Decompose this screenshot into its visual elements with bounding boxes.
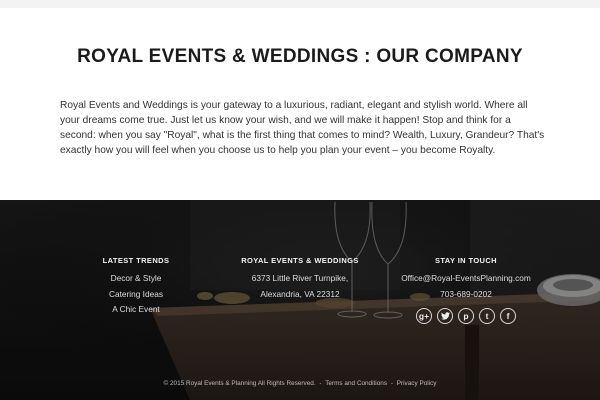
copyright-bar: © 2015 Royal Events & Planning All Right… [0, 380, 600, 387]
email-link[interactable]: Office@Royal-EventsPlanning.com [392, 271, 540, 287]
latest-trends-heading: LATEST TRENDS [102, 256, 170, 265]
phone-link[interactable]: 703-689-0202 [392, 287, 540, 303]
twitter-button[interactable] [437, 308, 453, 324]
pinterest-button[interactable]: p [458, 308, 474, 324]
company-heading: ROYAL EVENTS & WEDDINGS [241, 256, 359, 265]
footer-latest-trends: LATEST TRENDS Decor & Style Catering Ide… [86, 256, 186, 318]
footer-contact: ROYAL EVENTS & WEDDINGS 6373 Little Rive… [230, 256, 370, 302]
twitter-icon [440, 312, 450, 320]
copyright-text: © 2015 Royal Events & Planning All Right… [163, 380, 316, 387]
trend-link-catering[interactable]: Catering Ideas [86, 287, 186, 303]
top-strip [0, 0, 600, 8]
footer: LATEST TRENDS Decor & Style Catering Ide… [0, 200, 600, 400]
separator: - [319, 380, 322, 387]
company-description: Royal Events and Weddings is your gatewa… [60, 100, 545, 156]
stay-in-touch-heading: STAY IN TOUCH [434, 256, 498, 265]
facebook-button[interactable]: f [500, 308, 516, 324]
privacy-link[interactable]: Privacy Policy [397, 380, 437, 387]
trend-link-chic-event[interactable]: A Chic Event [86, 302, 186, 318]
address-city: Alexandria, VA 22312 [260, 288, 340, 299]
pinterest-icon: p [463, 310, 469, 321]
google-plus-icon: g+ [418, 310, 430, 321]
page-title: ROYAL EVENTS & WEDDINGS : OUR COMPANY [77, 46, 523, 67]
social-links: g+ p t f [392, 308, 540, 324]
footer-stay-in-touch: STAY IN TOUCH Office@Royal-EventsPlannin… [392, 256, 540, 324]
trend-link-decor[interactable]: Decor & Style [86, 271, 186, 287]
separator: - [390, 380, 393, 387]
terms-link[interactable]: Terms and Conditions [325, 380, 387, 387]
tumblr-icon: t [485, 310, 489, 321]
address-street: 6373 Little River Turnpike, [251, 273, 349, 283]
company-section: ROYAL EVENTS & WEDDINGS : OUR COMPANY Ro… [0, 8, 600, 200]
facebook-icon: f [506, 310, 510, 321]
google-plus-button[interactable]: g+ [416, 308, 432, 324]
tumblr-button[interactable]: t [479, 308, 495, 324]
page: ROYAL EVENTS & WEDDINGS : OUR COMPANY Ro… [0, 0, 600, 400]
